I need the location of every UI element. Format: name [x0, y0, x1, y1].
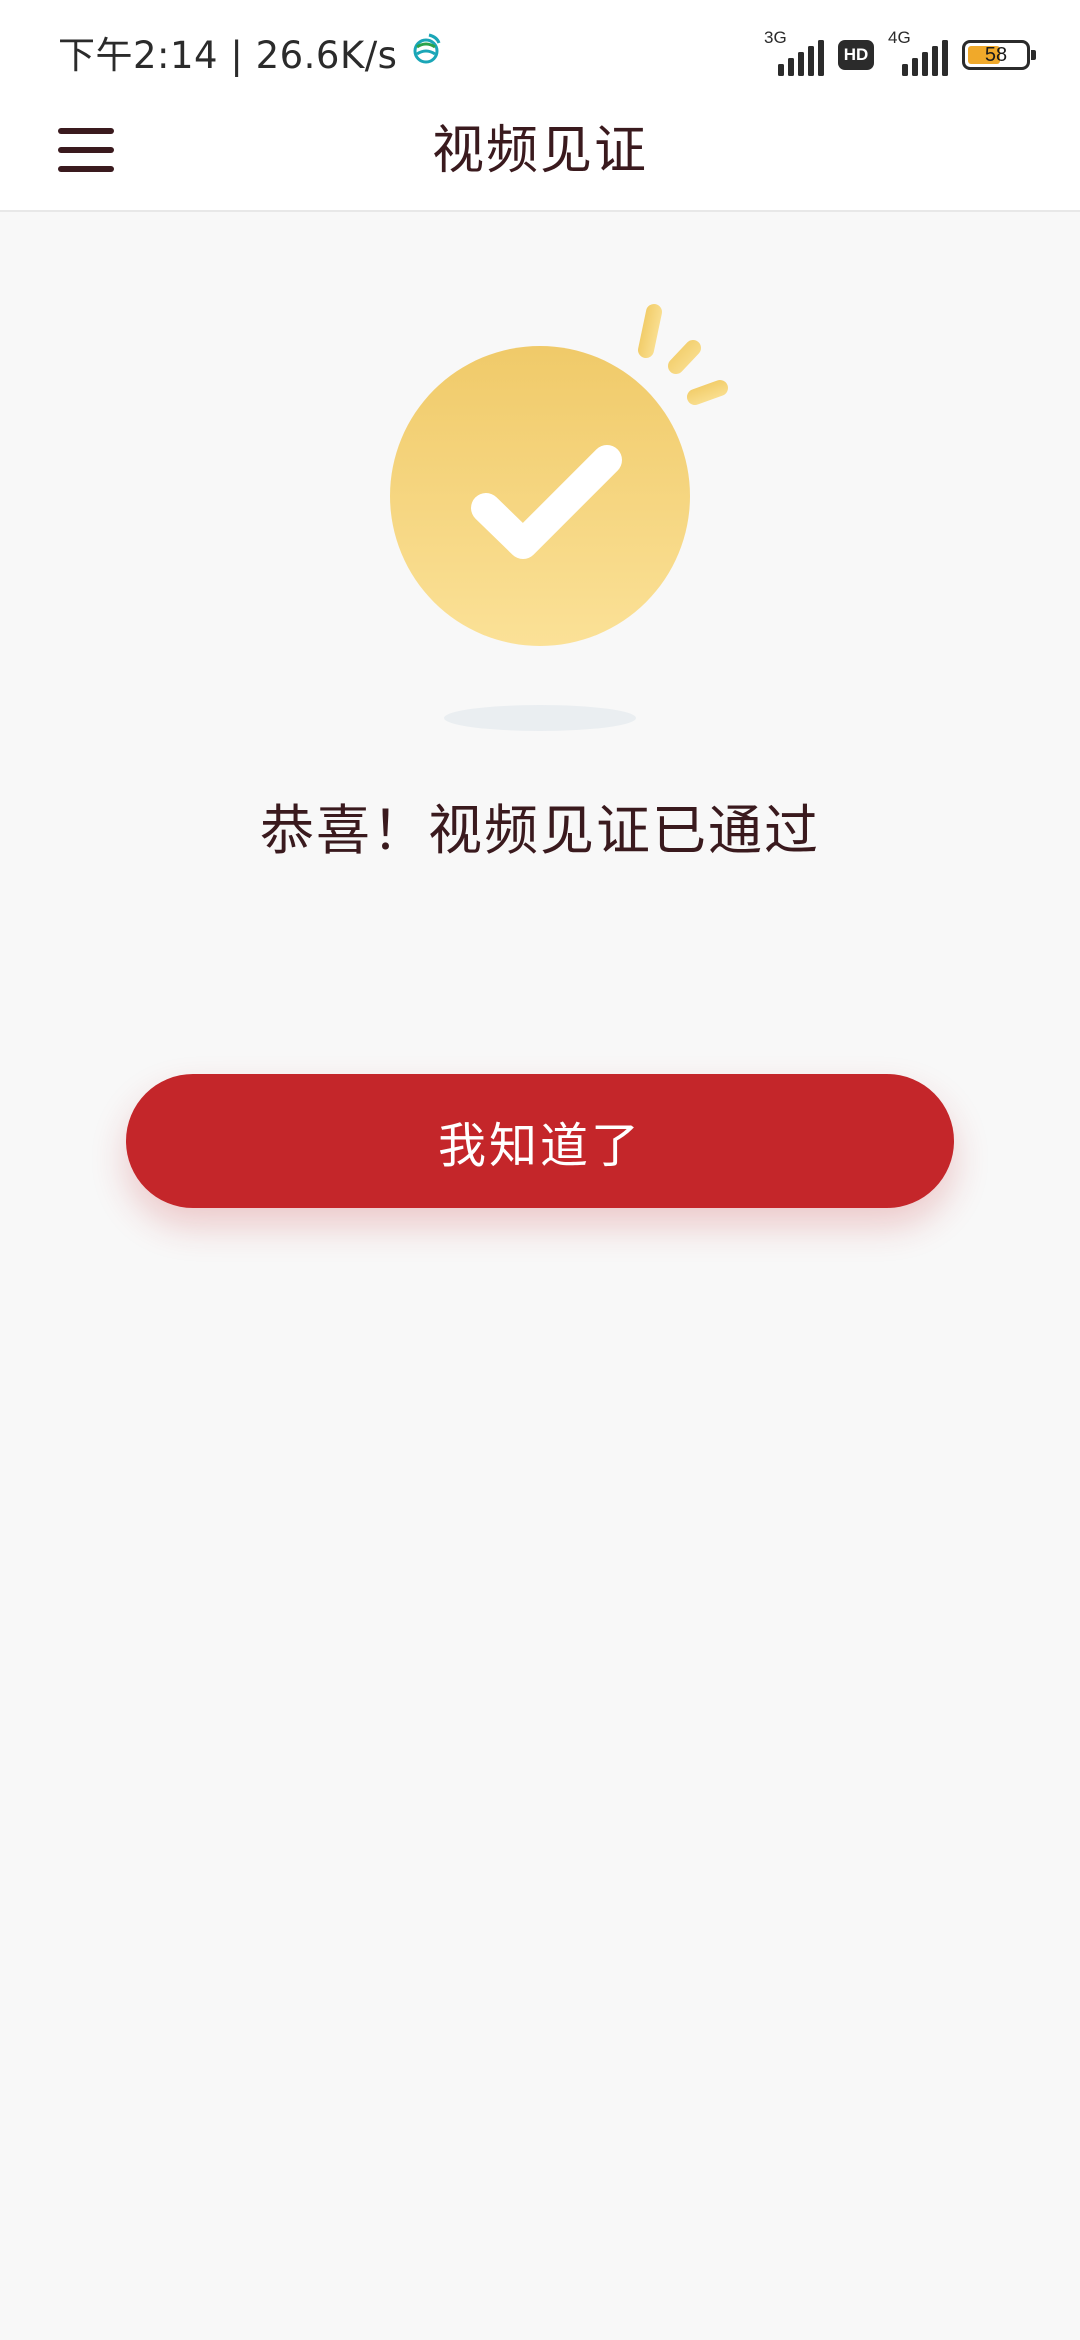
status-bar: 下午2:14 | 26.6K/s 3G HD 4G 58: [0, 0, 1080, 100]
status-right: 3G HD 4G 58: [764, 28, 1036, 76]
badge-shadow: [444, 705, 636, 731]
net2-label: 4G: [888, 28, 911, 47]
carrier-globe-icon: [411, 33, 441, 71]
confirm-button-label: 我知道了: [437, 1118, 642, 1174]
sparkle-ray: [687, 380, 728, 405]
app-header: 视频见证: [0, 100, 1080, 212]
net1-label: 3G: [764, 28, 787, 47]
status-left: 下午2:14 | 26.6K/s: [58, 24, 441, 80]
battery-icon: 58: [962, 40, 1036, 70]
battery-level: 58: [984, 43, 1008, 66]
sparkle-ray: [638, 304, 662, 358]
badge-circle: [390, 346, 690, 646]
hd-badge: HD: [838, 40, 874, 70]
signal-3g: 3G: [764, 28, 824, 76]
status-time-speed: 下午2:14 | 26.6K/s: [58, 34, 398, 77]
success-message: 恭喜！视频见证已通过: [260, 799, 820, 862]
checkmark-badge-icon: [380, 300, 750, 740]
confirm-button[interactable]: 我知道了: [126, 1074, 954, 1208]
battery-tip: [1031, 50, 1036, 60]
signal-4g: 4G: [888, 28, 948, 76]
sparkle-ray: [668, 340, 701, 374]
page-title: 视频见证: [431, 121, 648, 181]
